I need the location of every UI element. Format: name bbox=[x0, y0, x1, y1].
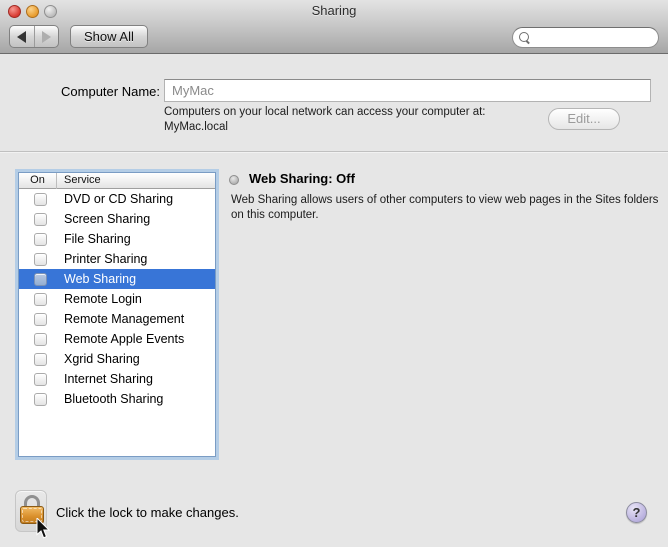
back-arrow-icon bbox=[17, 31, 26, 43]
service-checkbox[interactable] bbox=[34, 333, 47, 346]
service-label: Remote Login bbox=[64, 292, 142, 306]
service-row[interactable]: Web Sharing bbox=[19, 269, 215, 289]
service-checkbox[interactable] bbox=[34, 193, 47, 206]
column-header-on[interactable]: On bbox=[19, 174, 56, 186]
service-label: Xgrid Sharing bbox=[64, 352, 140, 366]
help-button[interactable]: ? bbox=[626, 502, 647, 523]
service-row[interactable]: Screen Sharing bbox=[19, 209, 215, 229]
column-separator bbox=[56, 173, 57, 189]
service-checkbox[interactable] bbox=[34, 273, 47, 286]
show-all-button[interactable]: Show All bbox=[70, 25, 148, 48]
window-title: Sharing bbox=[0, 3, 668, 18]
service-row[interactable]: File Sharing bbox=[19, 229, 215, 249]
service-checkbox[interactable] bbox=[34, 373, 47, 386]
service-list-header: On Service bbox=[19, 173, 215, 189]
service-checkbox[interactable] bbox=[34, 253, 47, 266]
section-divider bbox=[0, 151, 668, 153]
service-label: Web Sharing bbox=[64, 272, 136, 286]
mouse-cursor-icon bbox=[36, 518, 52, 540]
service-checkbox[interactable] bbox=[34, 233, 47, 246]
computer-name-label: Computer Name: bbox=[10, 84, 160, 99]
service-checkbox[interactable] bbox=[34, 353, 47, 366]
title-bar[interactable]: Sharing bbox=[0, 0, 668, 22]
service-list-body: DVD or CD Sharing Screen Sharing File Shar… bbox=[19, 189, 215, 409]
search-icon bbox=[519, 32, 531, 44]
sharing-preferences-window: Sharing Show All Computer Name: Computer… bbox=[0, 0, 668, 547]
service-checkbox[interactable] bbox=[34, 313, 47, 326]
edit-button[interactable]: Edit... bbox=[548, 108, 620, 130]
service-row[interactable]: Bluetooth Sharing bbox=[19, 389, 215, 409]
service-label: Bluetooth Sharing bbox=[64, 392, 163, 406]
service-row[interactable]: Remote Apple Events bbox=[19, 329, 215, 349]
service-description: Web Sharing allows users of other comput… bbox=[231, 193, 667, 223]
back-button[interactable] bbox=[10, 26, 34, 47]
service-label: Internet Sharing bbox=[64, 372, 153, 386]
service-list: On Service DVD or CD Sharing Screen Shari… bbox=[18, 172, 216, 457]
column-header-service[interactable]: Service bbox=[64, 174, 101, 186]
service-label: File Sharing bbox=[64, 232, 131, 246]
forward-button[interactable] bbox=[34, 26, 59, 47]
search-input[interactable] bbox=[534, 31, 649, 45]
service-label: DVD or CD Sharing bbox=[64, 192, 173, 206]
service-row[interactable]: Xgrid Sharing bbox=[19, 349, 215, 369]
nav-segmented-control bbox=[9, 25, 59, 48]
status-indicator-icon bbox=[229, 175, 239, 185]
service-label: Remote Apple Events bbox=[64, 332, 184, 346]
window-chrome: Sharing Show All bbox=[0, 0, 668, 54]
lock-hint-text: Click the lock to make changes. bbox=[56, 505, 239, 520]
search-field[interactable] bbox=[512, 27, 659, 48]
service-row[interactable]: Remote Login bbox=[19, 289, 215, 309]
service-label: Printer Sharing bbox=[64, 252, 147, 266]
computer-name-input[interactable] bbox=[164, 79, 651, 102]
service-checkbox[interactable] bbox=[34, 293, 47, 306]
service-label: Screen Sharing bbox=[64, 212, 150, 226]
service-checkbox[interactable] bbox=[34, 393, 47, 406]
computer-local-hostname: MyMac.local bbox=[164, 121, 228, 133]
service-row[interactable]: Internet Sharing bbox=[19, 369, 215, 389]
service-row[interactable]: Printer Sharing bbox=[19, 249, 215, 269]
service-row[interactable]: DVD or CD Sharing bbox=[19, 189, 215, 209]
computer-name-description: Computers on your local network can acce… bbox=[164, 106, 486, 118]
service-row[interactable]: Remote Management bbox=[19, 309, 215, 329]
service-status-title: Web Sharing: Off bbox=[249, 171, 355, 186]
service-label: Remote Management bbox=[64, 312, 184, 326]
service-checkbox[interactable] bbox=[34, 213, 47, 226]
forward-arrow-icon bbox=[42, 31, 51, 43]
